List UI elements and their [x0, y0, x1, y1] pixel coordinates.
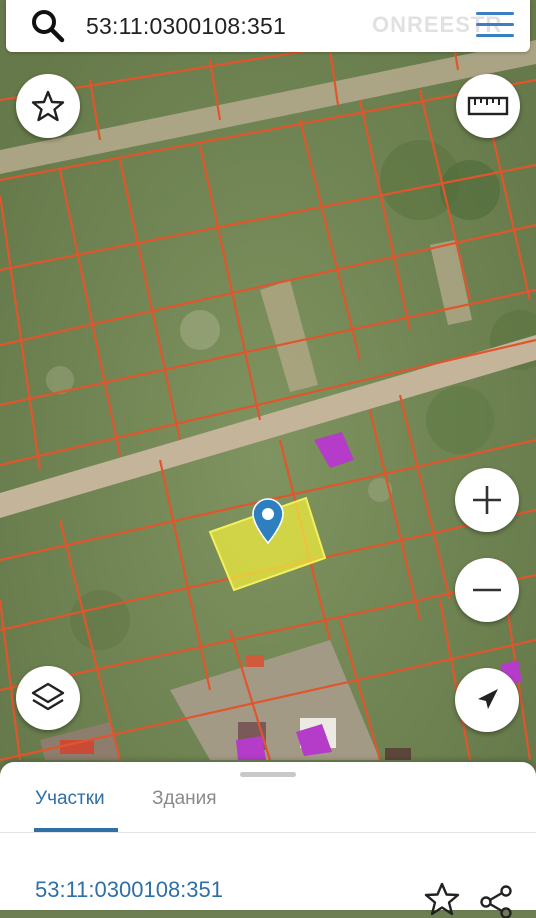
tab-parcels[interactable]: Участки — [35, 788, 105, 810]
menu-icon[interactable] — [476, 12, 514, 40]
drag-handle[interactable] — [240, 772, 296, 777]
star-icon[interactable] — [424, 882, 460, 916]
search-icon[interactable] — [30, 8, 66, 44]
ruler-button[interactable] — [456, 74, 520, 138]
divider — [0, 832, 536, 833]
zoom-out-button[interactable] — [455, 558, 519, 622]
minus-icon — [473, 588, 501, 592]
map-pin-icon[interactable] — [252, 498, 284, 544]
navigation-arrow-icon — [478, 689, 498, 709]
zoom-in-button[interactable] — [455, 468, 519, 532]
locate-button[interactable] — [455, 668, 519, 732]
ruler-icon — [467, 96, 509, 116]
layers-icon — [31, 682, 65, 711]
star-icon — [31, 90, 65, 122]
plus-icon — [473, 486, 501, 514]
parcel-number-link[interactable]: 53:11:0300108:351 — [35, 877, 223, 903]
layers-button[interactable] — [16, 666, 80, 730]
favorites-button[interactable] — [16, 74, 80, 138]
bottom-sheet[interactable]: Участки Здания 53:11:0300108:351 — [0, 762, 536, 918]
search-bar[interactable]: 53:11:0300108:351 ONREESTR — [6, 0, 530, 52]
share-icon[interactable] — [478, 884, 514, 918]
search-input[interactable]: 53:11:0300108:351 — [86, 13, 286, 40]
tab-buildings[interactable]: Здания — [152, 788, 217, 810]
